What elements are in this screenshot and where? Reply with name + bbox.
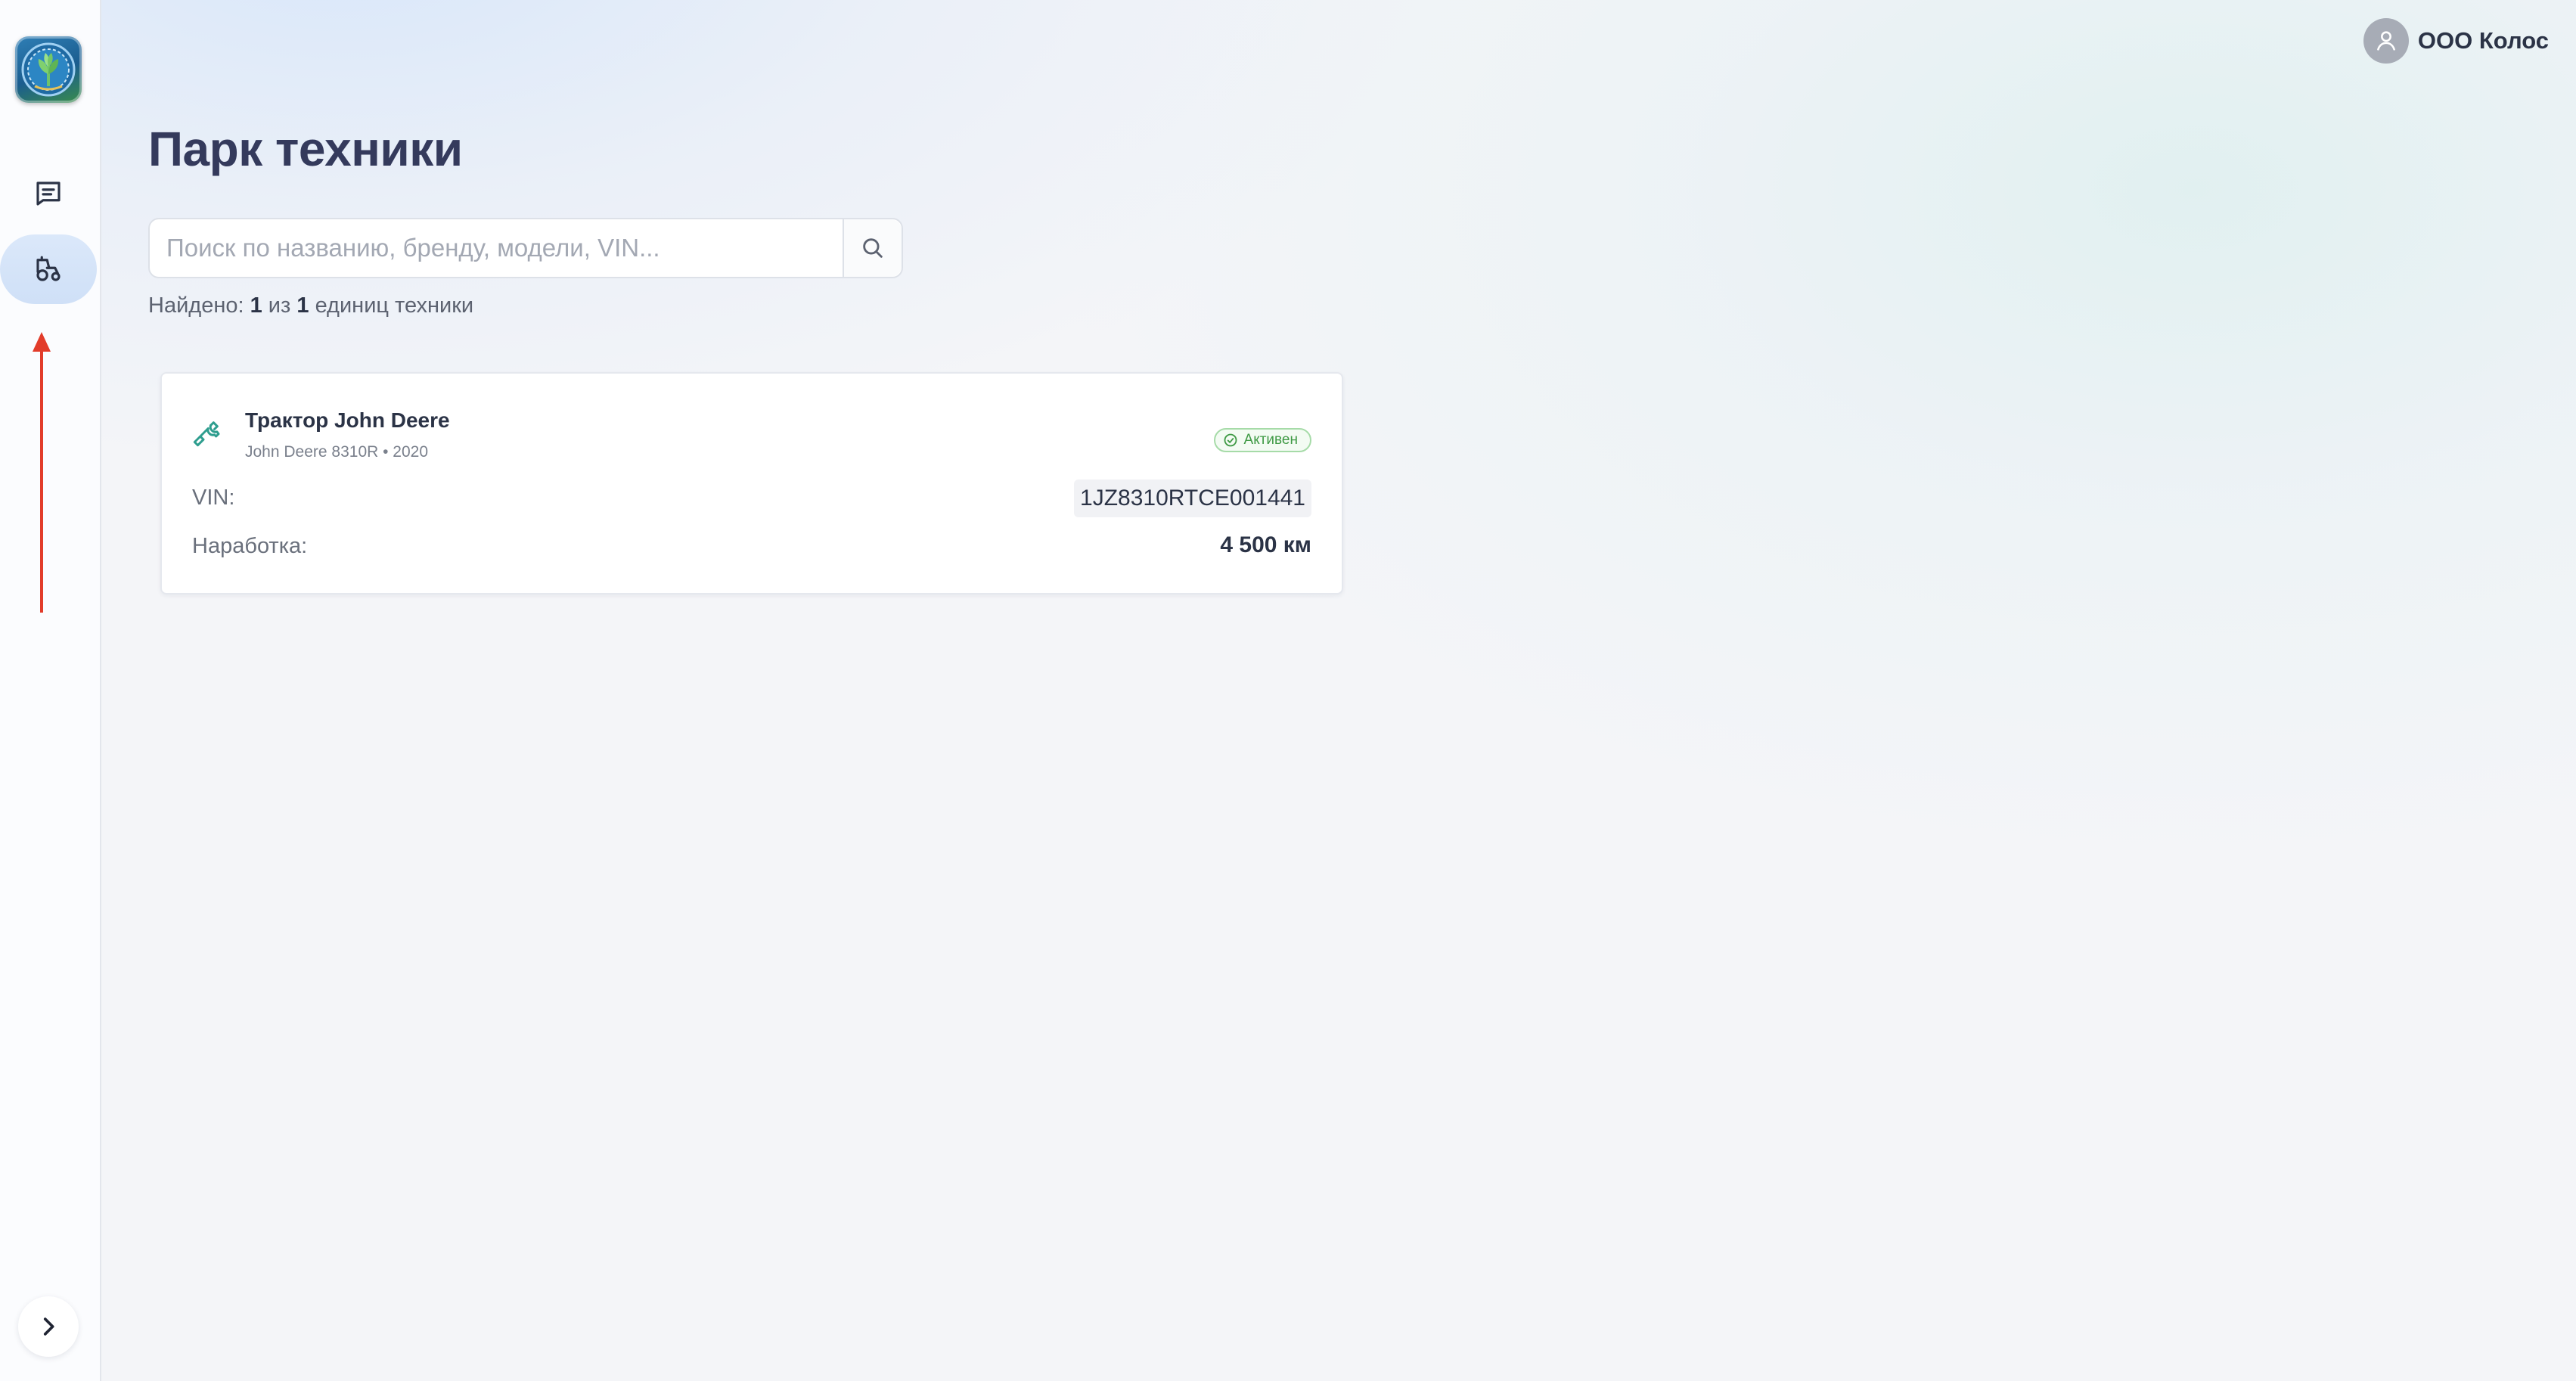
mileage-value: 4 500 км (1220, 532, 1311, 557)
avatar (2363, 18, 2409, 64)
results-prefix: Найдено: (148, 293, 244, 318)
results-shown: 1 (250, 293, 262, 318)
vehicle-subtitle: John Deere 8310R • 2020 (245, 443, 429, 461)
chevron-right-icon (43, 1317, 54, 1336)
wrench-icon (193, 421, 220, 447)
check-circle-icon (1224, 433, 1237, 447)
search-bar (148, 218, 903, 278)
results-count: Найдено: 1 из 1 единиц техники (148, 293, 473, 318)
sidebar (0, 0, 101, 1381)
vehicle-title: Трактор John Deere (245, 408, 450, 432)
search-icon (863, 238, 883, 258)
company-logo[interactable] (15, 36, 82, 103)
results-of: из (268, 293, 291, 318)
sidebar-expand-button[interactable] (18, 1296, 79, 1357)
mileage-label: Наработка: (192, 534, 308, 558)
search-input[interactable] (150, 219, 843, 277)
vehicle-card[interactable]: Трактор John Deere John Deere 8310R • 20… (160, 372, 1343, 594)
status-label: Активен (1243, 432, 1298, 448)
logo-emblem-icon (21, 42, 76, 97)
page-title: Парк техники (148, 122, 463, 176)
vin-label: VIN: (192, 486, 235, 510)
vin-value: 1JZ8310RTCE001441 (1074, 479, 1311, 517)
search-button[interactable] (843, 219, 902, 277)
sidebar-item-messages[interactable] (0, 159, 97, 228)
sidebar-item-fleet[interactable] (0, 234, 97, 304)
app-root: ООО Колос Парк техники Найдено: 1 из 1 е… (0, 0, 2576, 1381)
results-total: 1 (296, 293, 309, 318)
user-icon (2377, 31, 2395, 51)
message-list-icon (36, 182, 61, 206)
annotation-arrow-icon (33, 332, 51, 613)
results-suffix: единиц техники (315, 293, 474, 318)
status-badge: Активен (1213, 428, 1311, 452)
tractor-icon (36, 256, 61, 281)
user-menu[interactable]: ООО Колос (2363, 17, 2549, 65)
user-name: ООО Колос (2417, 27, 2549, 54)
